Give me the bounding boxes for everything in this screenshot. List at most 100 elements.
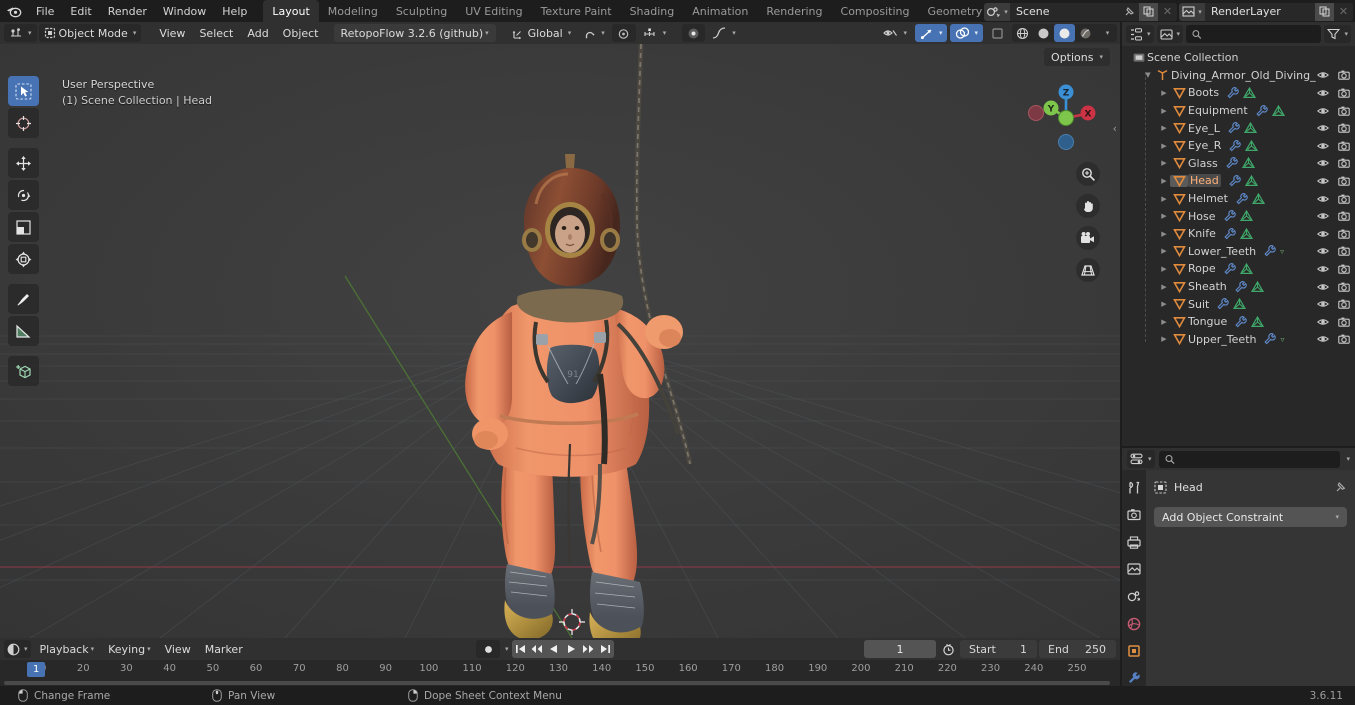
outliner-display-mode-button[interactable]: ▾ bbox=[1156, 25, 1184, 43]
modifier-icon[interactable] bbox=[1228, 175, 1241, 187]
keying-options-caret[interactable]: ▾ bbox=[505, 645, 509, 653]
modifier-icon[interactable] bbox=[1234, 315, 1248, 328]
render-tab-icon[interactable] bbox=[1125, 507, 1143, 522]
mesh-data-icon[interactable] bbox=[1243, 122, 1257, 134]
cursor-tool[interactable] bbox=[8, 108, 39, 138]
workspace-tab-rendering[interactable]: Rendering bbox=[757, 0, 831, 22]
workspace-tab-shading[interactable]: Shading bbox=[621, 0, 684, 22]
menu-help[interactable]: Help bbox=[214, 2, 255, 21]
hide-in-viewport-icon[interactable] bbox=[1317, 158, 1329, 168]
jump-to-prev-keyframe-button[interactable] bbox=[529, 640, 546, 658]
transform-tool[interactable] bbox=[8, 244, 39, 274]
workspace-tab-animation[interactable]: Animation bbox=[683, 0, 757, 22]
frame-start-field[interactable]: Start 1 bbox=[960, 640, 1037, 658]
disclosure-icon[interactable]: ▶ bbox=[1158, 159, 1170, 167]
timeline-menu-marker[interactable]: Marker bbox=[198, 640, 250, 658]
3d-viewport[interactable]: 91 User Perspective (1) Scene Collection… bbox=[0, 44, 1120, 638]
properties-editor-type-button[interactable]: ▾ bbox=[1127, 450, 1155, 468]
new-viewlayer-button[interactable] bbox=[1315, 2, 1334, 21]
outliner-row-helmet[interactable]: ▶ Helmet bbox=[1122, 190, 1355, 208]
disclosure-icon[interactable]: ▶ bbox=[1158, 107, 1170, 115]
proportional-editing-toggle[interactable] bbox=[611, 24, 636, 42]
disable-in-renders-icon[interactable] bbox=[1338, 194, 1350, 204]
output-tab-icon[interactable] bbox=[1125, 535, 1143, 550]
object-tab-icon[interactable] bbox=[1125, 644, 1143, 659]
disable-in-renders-icon[interactable] bbox=[1338, 106, 1350, 116]
viewlayer-selector[interactable]: ▾ RenderLayer ✕ bbox=[1179, 2, 1353, 21]
timeline-menu-view[interactable]: View bbox=[158, 640, 198, 658]
mesh-data-icon[interactable] bbox=[1243, 86, 1257, 99]
modifier-icon[interactable] bbox=[1216, 298, 1230, 310]
disclosure-icon[interactable]: ▶ bbox=[1158, 300, 1170, 308]
outliner-row-rope[interactable]: ▶ Rope bbox=[1122, 260, 1355, 278]
disable-in-renders-icon[interactable] bbox=[1338, 334, 1350, 345]
add-object-constraint-dropdown[interactable]: Add Object Constraint ▾ bbox=[1154, 507, 1347, 527]
mesh-data-icon[interactable] bbox=[1241, 157, 1255, 169]
hide-in-viewport-icon[interactable] bbox=[1317, 317, 1329, 327]
disclosure-icon[interactable]: ▶ bbox=[1158, 89, 1170, 97]
viewport-menu-add[interactable]: Add bbox=[240, 24, 275, 42]
hide-in-viewport-icon[interactable] bbox=[1317, 176, 1329, 186]
visibility-selector[interactable]: ▾ bbox=[878, 24, 912, 42]
modifier-icon[interactable] bbox=[1263, 245, 1276, 257]
hide-in-viewport-icon[interactable] bbox=[1317, 88, 1329, 98]
outliner-row-scene-collection[interactable]: Scene Collection bbox=[1122, 49, 1355, 67]
snap-magnet-toggle[interactable]: ▾ bbox=[578, 24, 610, 42]
outliner-row-eye_l[interactable]: ▶ Eye_L bbox=[1122, 119, 1355, 137]
modifier-tab-icon[interactable] bbox=[1125, 671, 1143, 686]
shading-options-caret[interactable]: ▾ bbox=[1096, 24, 1117, 42]
disable-in-renders-icon[interactable] bbox=[1338, 70, 1350, 81]
shading-mode-group[interactable]: ▾ bbox=[1012, 24, 1117, 42]
menu-edit[interactable]: Edit bbox=[62, 2, 99, 21]
outliner-search-field[interactable] bbox=[1206, 27, 1316, 41]
hide-in-viewport-icon[interactable] bbox=[1317, 246, 1329, 256]
disable-in-renders-icon[interactable] bbox=[1338, 158, 1350, 169]
delete-viewlayer-button[interactable]: ✕ bbox=[1334, 3, 1353, 21]
mesh-data-icon[interactable] bbox=[1239, 210, 1253, 222]
disable-in-renders-icon[interactable] bbox=[1338, 123, 1350, 133]
hide-in-viewport-icon[interactable] bbox=[1317, 299, 1329, 309]
outliner-row-equipment[interactable]: ▶ Equipment bbox=[1122, 102, 1355, 120]
play-button[interactable] bbox=[563, 640, 580, 658]
disclosure-icon[interactable]: ▶ bbox=[1158, 142, 1170, 150]
pan-view-button[interactable] bbox=[1076, 194, 1100, 218]
disable-in-renders-icon[interactable] bbox=[1338, 88, 1350, 98]
scale-tool[interactable] bbox=[8, 212, 39, 242]
outliner-row-glass[interactable]: ▶ Glass bbox=[1122, 155, 1355, 173]
hide-in-viewport-icon[interactable] bbox=[1317, 334, 1329, 344]
annotate-tool[interactable] bbox=[8, 284, 39, 314]
mesh-data-icon[interactable] bbox=[1251, 315, 1265, 328]
delete-scene-button[interactable]: ✕ bbox=[1158, 3, 1177, 21]
mesh-data-icon[interactable] bbox=[1271, 104, 1285, 117]
editor-type-selector[interactable]: ▾ bbox=[4, 24, 37, 42]
hide-in-viewport-icon[interactable] bbox=[1317, 282, 1329, 292]
auto-range-icon[interactable] bbox=[938, 643, 958, 656]
mesh-data-icon[interactable]: ▿ bbox=[1280, 247, 1284, 256]
disclosure-icon[interactable]: ▶ bbox=[1158, 283, 1170, 291]
modifier-icon[interactable] bbox=[1226, 87, 1239, 99]
modifier-icon[interactable] bbox=[1223, 227, 1236, 240]
scene-tab-icon[interactable] bbox=[1125, 589, 1143, 604]
hide-in-viewport-icon[interactable] bbox=[1317, 229, 1329, 239]
disclosure-icon[interactable]: ▶ bbox=[1158, 318, 1170, 326]
auto-keying-toggle[interactable] bbox=[476, 640, 500, 658]
proportional-falloff-toggle[interactable] bbox=[682, 24, 706, 42]
snap-target-selector[interactable]: ▾ bbox=[638, 24, 672, 42]
transform-orientation-selector[interactable]: Global ▾ bbox=[507, 24, 577, 42]
hide-in-viewport-icon[interactable] bbox=[1317, 141, 1329, 151]
workspace-tab-texture-paint[interactable]: Texture Paint bbox=[532, 0, 621, 22]
disclosure-icon[interactable]: ▶ bbox=[1158, 265, 1170, 273]
disable-in-renders-icon[interactable] bbox=[1338, 141, 1350, 151]
mesh-data-icon[interactable] bbox=[1233, 298, 1247, 310]
transport-controls[interactable] bbox=[511, 640, 614, 658]
modifier-icon[interactable] bbox=[1227, 122, 1240, 134]
properties-options-caret[interactable]: ▾ bbox=[1346, 455, 1350, 463]
mesh-data-icon[interactable] bbox=[1244, 174, 1258, 187]
properties-search-input[interactable] bbox=[1158, 450, 1341, 468]
outliner-row-collection[interactable]: ▼ Diving_Armor_Old_Diving_ bbox=[1122, 67, 1355, 85]
disable-in-renders-icon[interactable] bbox=[1338, 229, 1350, 239]
move-tool[interactable] bbox=[8, 148, 39, 178]
modifier-icon[interactable] bbox=[1234, 280, 1247, 293]
modifier-icon[interactable] bbox=[1223, 263, 1236, 275]
material-preview-shading-button[interactable] bbox=[1054, 24, 1075, 42]
